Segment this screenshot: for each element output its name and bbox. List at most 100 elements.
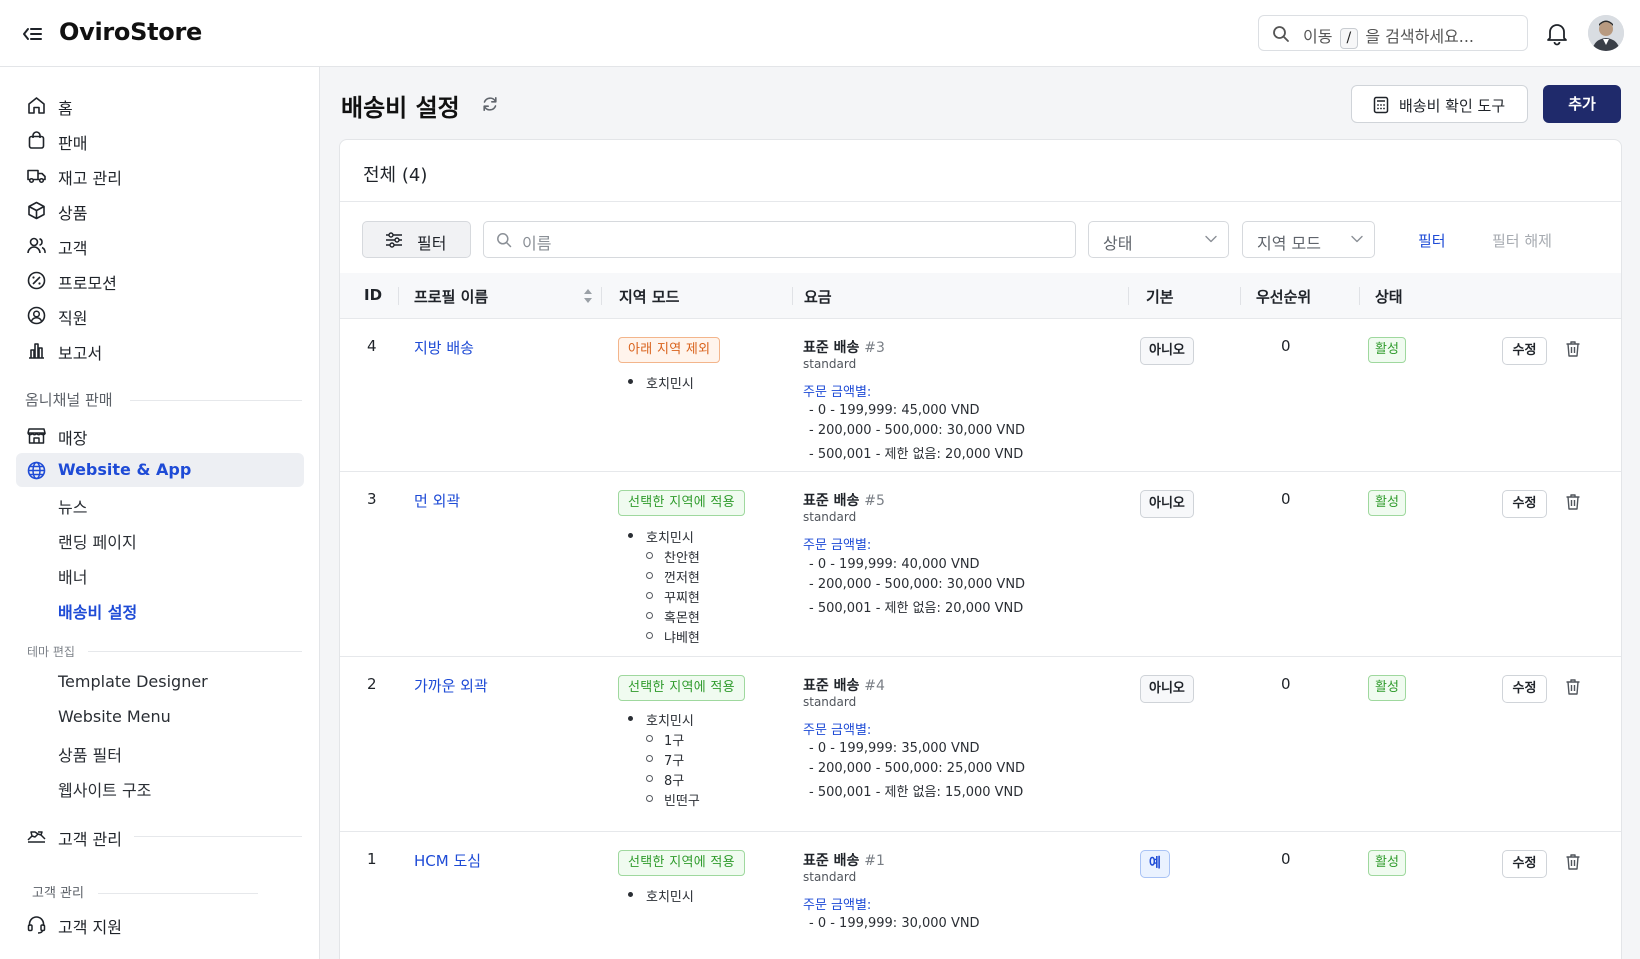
card-title: 전체 (4) xyxy=(363,165,428,186)
profile-name-link[interactable]: 먼 외곽 xyxy=(414,490,460,511)
shipping-fee-checker-button[interactable]: 배송비 확인 도구 xyxy=(1351,85,1528,123)
profile-name-link[interactable]: 가까운 외곽 xyxy=(414,675,488,696)
sidebar-item-website-app[interactable]: Website & App xyxy=(16,453,304,487)
column-separator xyxy=(398,287,399,305)
user-avatar[interactable] xyxy=(1588,15,1624,51)
fee-code: standard xyxy=(803,870,857,884)
name-search-input[interactable]: 이름 xyxy=(483,221,1076,258)
trash-icon[interactable] xyxy=(1563,852,1583,872)
region-item: 호치민시 xyxy=(628,373,694,392)
row-id: 1 xyxy=(367,850,377,868)
region-mode-tag: 선택한 지역에 적용 xyxy=(618,675,745,701)
edit-button[interactable]: 수정 xyxy=(1502,850,1547,878)
district-item: 꾸찌현 xyxy=(628,587,700,606)
notification-bell-icon[interactable] xyxy=(1544,20,1570,46)
sidebar-item-home[interactable]: 홈 xyxy=(16,88,304,122)
collapse-sidebar-icon[interactable] xyxy=(18,20,46,48)
region-mode-select-value: 지역 모드 xyxy=(1257,234,1321,253)
bar-chart-icon xyxy=(26,340,47,361)
column-header-profile-name[interactable]: 프로필 이름 xyxy=(414,286,488,307)
priority-value: 0 xyxy=(1281,490,1291,508)
fee-tier: - 0 - 199,999: 45,000 VND xyxy=(809,403,980,418)
fee-by-amount-label: 주문 금액별: xyxy=(803,898,872,913)
sidebar-subitem-shipping-fee[interactable]: 배송비 설정 xyxy=(58,599,137,629)
sidebar-item-customers[interactable]: 고객 xyxy=(16,228,304,262)
clear-filter-link[interactable]: 필터 해제 xyxy=(1492,230,1552,251)
fee-code: standard xyxy=(803,510,857,524)
sidebar-item-products[interactable]: 상품 xyxy=(16,193,304,227)
district-item: 8구 xyxy=(628,770,684,789)
region-mode-tag: 선택한 지역에 적용 xyxy=(618,490,745,516)
sidebar-item-sales[interactable]: 판매 xyxy=(16,123,304,157)
district-item: 빈떤구 xyxy=(628,790,700,809)
chevron-down-icon xyxy=(1351,235,1363,243)
sidebar-item-promotions[interactable]: 프로모션 xyxy=(16,263,304,297)
sidebar-item-label: 보고서 xyxy=(58,344,103,363)
default-badge: 예 xyxy=(1140,850,1170,878)
default-badge: 아니오 xyxy=(1140,337,1194,365)
fee-title: 표준 배송 #1 xyxy=(803,853,885,869)
sidebar-item-staff[interactable]: 직원 xyxy=(16,298,304,332)
region-mode-select[interactable]: 지역 모드 xyxy=(1242,221,1375,258)
apply-filter-link[interactable]: 필터 xyxy=(1418,230,1446,251)
fee-tier: - 200,000 - 500,000: 30,000 VND xyxy=(809,577,1026,592)
fee-by-amount-label: 주문 금액별: xyxy=(803,385,872,400)
percent-badge-icon xyxy=(26,270,47,291)
column-header-default: 기본 xyxy=(1146,288,1174,306)
sliders-icon xyxy=(384,231,404,249)
status-select[interactable]: 상태 xyxy=(1088,221,1229,258)
refresh-icon[interactable] xyxy=(480,94,500,114)
sidebar-item-store[interactable]: 매장 xyxy=(16,418,304,452)
fee-title: 표준 배송 #5 xyxy=(803,493,885,509)
sidebar-subitem-landing-page[interactable]: 랜딩 페이지 xyxy=(58,529,137,559)
sort-icon[interactable] xyxy=(583,287,593,305)
edit-button[interactable]: 수정 xyxy=(1502,337,1547,365)
filter-toggle-button[interactable]: 필터 xyxy=(362,221,471,258)
trash-icon[interactable] xyxy=(1563,677,1583,697)
section-theme-edit: 테마 편집 xyxy=(27,645,75,659)
column-separator xyxy=(601,287,602,305)
sidebar-item-label: 고객 지원 xyxy=(58,918,122,937)
profile-name-link[interactable]: HCM 도심 xyxy=(414,850,481,871)
sidebar-subitem-website-menu[interactable]: Website Menu xyxy=(58,707,171,737)
checker-button-label: 배송비 확인 도구 xyxy=(1399,97,1506,115)
column-separator xyxy=(1128,287,1129,305)
district-item: 껀저현 xyxy=(628,567,700,586)
status-badge: 활성 xyxy=(1368,490,1406,516)
fee-tier: - 500,001 - 제한 없음: 20,000 VND xyxy=(809,601,1024,616)
sidebar-subitem-template-designer[interactable]: Template Designer xyxy=(58,672,208,702)
profile-name-link[interactable]: 지방 배송 xyxy=(414,337,474,358)
sidebar-subitem-news[interactable]: 뉴스 xyxy=(58,494,87,524)
sidebar-item-support[interactable]: 고객 지원 xyxy=(16,907,304,941)
add-button[interactable]: 추가 xyxy=(1543,85,1621,123)
table-row: 1 HCM 도심 선택한 지역에 적용 호치민시 표준 배송 #1 standa… xyxy=(340,832,1621,959)
sidebar: 홈 판매 재고 관리 상품 고객 프로모션 직원 보고서 옴니채널 판매 매장 … xyxy=(0,67,320,959)
section-crm: 고객 관리 xyxy=(32,886,84,901)
column-header-fee: 요금 xyxy=(804,288,832,306)
section-divider xyxy=(130,400,302,401)
trash-icon[interactable] xyxy=(1563,339,1583,359)
default-badge: 아니오 xyxy=(1140,490,1194,518)
sidebar-subitem-product-filter[interactable]: 상품 필터 xyxy=(58,742,122,772)
shortcut-key: / xyxy=(1339,28,1359,49)
headset-icon xyxy=(26,914,47,935)
home-icon xyxy=(26,95,47,116)
search-placeholder: 이동 / 을 검색하세요... xyxy=(1303,23,1474,49)
sidebar-item-label: 홈 xyxy=(58,99,73,118)
sidebar-subitem-banner[interactable]: 배너 xyxy=(58,564,87,594)
global-search-input[interactable]: 이동 / 을 검색하세요... xyxy=(1258,15,1528,51)
fee-code: standard xyxy=(803,695,857,709)
sidebar-subitem-website-structure[interactable]: 웹사이트 구조 xyxy=(58,777,151,807)
sidebar-item-label: 상품 xyxy=(58,204,88,223)
sidebar-item-crm[interactable]: 고객 관리 xyxy=(16,819,134,853)
priority-value: 0 xyxy=(1281,850,1291,868)
brand-logo[interactable]: OviroStore xyxy=(59,18,202,46)
sidebar-item-reports[interactable]: 보고서 xyxy=(16,333,304,367)
trash-icon[interactable] xyxy=(1563,492,1583,512)
edit-button[interactable]: 수정 xyxy=(1502,675,1547,703)
edit-button[interactable]: 수정 xyxy=(1502,490,1547,518)
truck-icon xyxy=(26,165,47,186)
sidebar-item-inventory[interactable]: 재고 관리 xyxy=(16,158,304,192)
column-separator xyxy=(1240,287,1241,305)
region-item: 호치민시 xyxy=(628,710,694,729)
